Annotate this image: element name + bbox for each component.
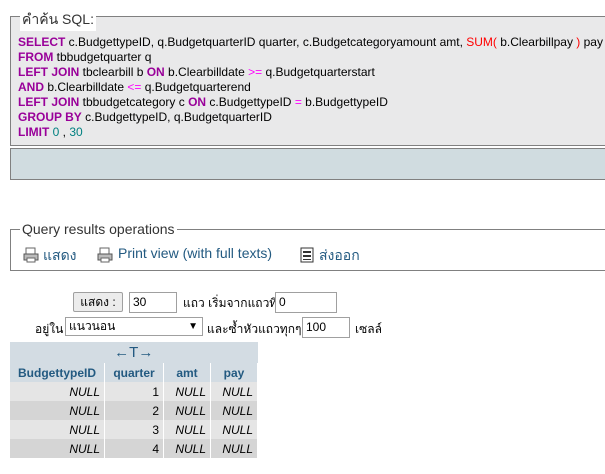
sql-token: b.Clearbilldate	[44, 80, 128, 94]
show-print-link[interactable]: แสดง	[43, 245, 77, 267]
display-mode-label: อยู่ใน	[35, 322, 64, 336]
sql-line: LIMIT 0 , 30	[18, 125, 603, 140]
column-header-pay[interactable]: pay	[210, 363, 258, 382]
export-link[interactable]: ส่งออก	[319, 245, 360, 267]
sql-line: GROUP BY c.BudgettypeID, q.Budgetquarter…	[18, 110, 603, 125]
table-row: NULL 4 NULL NULL	[10, 439, 258, 458]
table-body: NULL 1 NULL NULL NULL 2 NULL NULL NULL 3 NULL NULL N…	[10, 382, 258, 458]
table-row: NULL 3 NULL NULL	[10, 420, 258, 439]
results-table: ←T→ BudgettypeID quarter amt pay NULL 1 NULL N…	[10, 342, 258, 458]
column-header-amt[interactable]: amt	[163, 363, 211, 382]
table-cell[interactable]: NULL	[163, 439, 211, 458]
display-mode-value: แนวนอน	[69, 319, 116, 333]
rows-label: แถว เริ่มจากแถวที่	[183, 296, 278, 310]
sql-token[interactable]: GROUP BY	[18, 110, 82, 124]
sql-line: LEFT JOIN tbbudgetcategory c ON c.Budget…	[18, 95, 603, 110]
sql-token: =	[294, 95, 302, 109]
sql-code: SELECT c.BudgettypeID, q.BudgetquarterID…	[18, 35, 603, 140]
sql-line: SELECT c.BudgettypeID, q.BudgetquarterID…	[18, 35, 603, 50]
table-cell[interactable]: 4	[104, 439, 164, 458]
sql-token: b.BudgettypeID	[301, 95, 388, 109]
table-row: NULL 1 NULL NULL	[10, 382, 258, 401]
table-cell[interactable]: NULL	[10, 382, 105, 401]
table-cell[interactable]: NULL	[10, 401, 105, 420]
sql-token[interactable]: SELECT	[18, 35, 65, 49]
show-button[interactable]: แสดง :	[73, 292, 123, 312]
table-cell[interactable]: NULL	[210, 401, 258, 420]
sql-token: >=	[248, 65, 263, 79]
sql-token: 30	[66, 125, 83, 139]
rows-input[interactable]: 30	[129, 292, 177, 313]
column-order-row: ←T→	[10, 342, 258, 363]
sql-token[interactable]: LIMIT	[18, 125, 49, 139]
print-view-full-link[interactable]: Print view (with full texts)	[118, 245, 272, 261]
sql-line: FROM tbbudgetquarter q	[18, 50, 603, 65]
sql-token: q.Budgetquarterend	[141, 80, 251, 94]
start-row-input[interactable]: 0	[275, 292, 337, 313]
repeat-header-input[interactable]: 100	[302, 317, 350, 338]
sql-token: tbclearbill b	[79, 65, 147, 79]
column-order-cell: ←T→	[10, 342, 258, 363]
sql-token: c.BudgettypeID, q.BudgetquarterID	[81, 110, 272, 124]
sql-token: b.Clearbillpay	[496, 35, 577, 49]
sql-token: 0	[49, 125, 63, 139]
sql-line: LEFT JOIN tbclearbill b ON b.Clearbillda…	[18, 65, 603, 80]
sql-token[interactable]: SUM(	[466, 35, 497, 49]
table-row: NULL 2 NULL NULL	[10, 401, 258, 420]
sql-token[interactable]: FROM	[18, 50, 53, 64]
table-cell[interactable]: 1	[104, 382, 164, 401]
chevron-down-icon: ▼	[188, 321, 198, 332]
column-header-budgettypeid[interactable]: BudgettypeID	[10, 363, 105, 382]
ops-legend: Query results operations	[20, 221, 177, 237]
export-icon	[300, 247, 314, 263]
table-cell[interactable]: NULL	[210, 439, 258, 458]
sql-toolbar	[10, 148, 605, 180]
sql-token: pay	[580, 35, 603, 49]
table-cell[interactable]: 3	[104, 420, 164, 439]
table-cell[interactable]: 2	[104, 401, 164, 420]
sql-token[interactable]: ON	[188, 95, 206, 109]
print-full-icon	[97, 247, 113, 263]
table-cell[interactable]: NULL	[210, 420, 258, 439]
repeat-header-label: และซ้ำหัวแถวทุกๆ	[207, 322, 302, 336]
table-cell[interactable]: NULL	[210, 382, 258, 401]
table-cell[interactable]: NULL	[163, 382, 211, 401]
table-cell[interactable]: NULL	[10, 420, 105, 439]
print-icon	[23, 247, 39, 263]
table-cell[interactable]: NULL	[163, 401, 211, 420]
sql-token: c.BudgettypeID	[206, 95, 295, 109]
sql-line: AND b.Clearbilldate <= q.Budgetquarteren…	[18, 80, 603, 95]
table-header-row: BudgettypeID quarter amt pay	[10, 363, 258, 382]
sql-token[interactable]: LEFT JOIN	[18, 65, 79, 79]
cells-label: เซลล์	[355, 322, 382, 336]
column-header-quarter[interactable]: quarter	[104, 363, 164, 382]
sql-token[interactable]: ON	[147, 65, 165, 79]
sql-token[interactable]: LEFT JOIN	[18, 95, 79, 109]
display-mode-select[interactable]: แนวนอน ▼	[65, 317, 203, 336]
sql-token: tbbudgetcategory c	[79, 95, 189, 109]
sql-token: c.BudgettypeID, q.BudgetquarterID quarte…	[65, 35, 467, 49]
sql-legend: คำค้น SQL:	[20, 9, 96, 31]
table-cell[interactable]: NULL	[163, 420, 211, 439]
sql-token: q.Budgetquarterstart	[262, 65, 375, 79]
sql-token: <=	[127, 80, 142, 94]
sql-token[interactable]: AND	[18, 80, 44, 94]
sql-token: tbbudgetquarter q	[53, 50, 152, 64]
table-cell[interactable]: NULL	[10, 439, 105, 458]
column-order-icon[interactable]: ←T→	[114, 344, 153, 361]
sql-token: b.Clearbilldate	[164, 65, 249, 79]
